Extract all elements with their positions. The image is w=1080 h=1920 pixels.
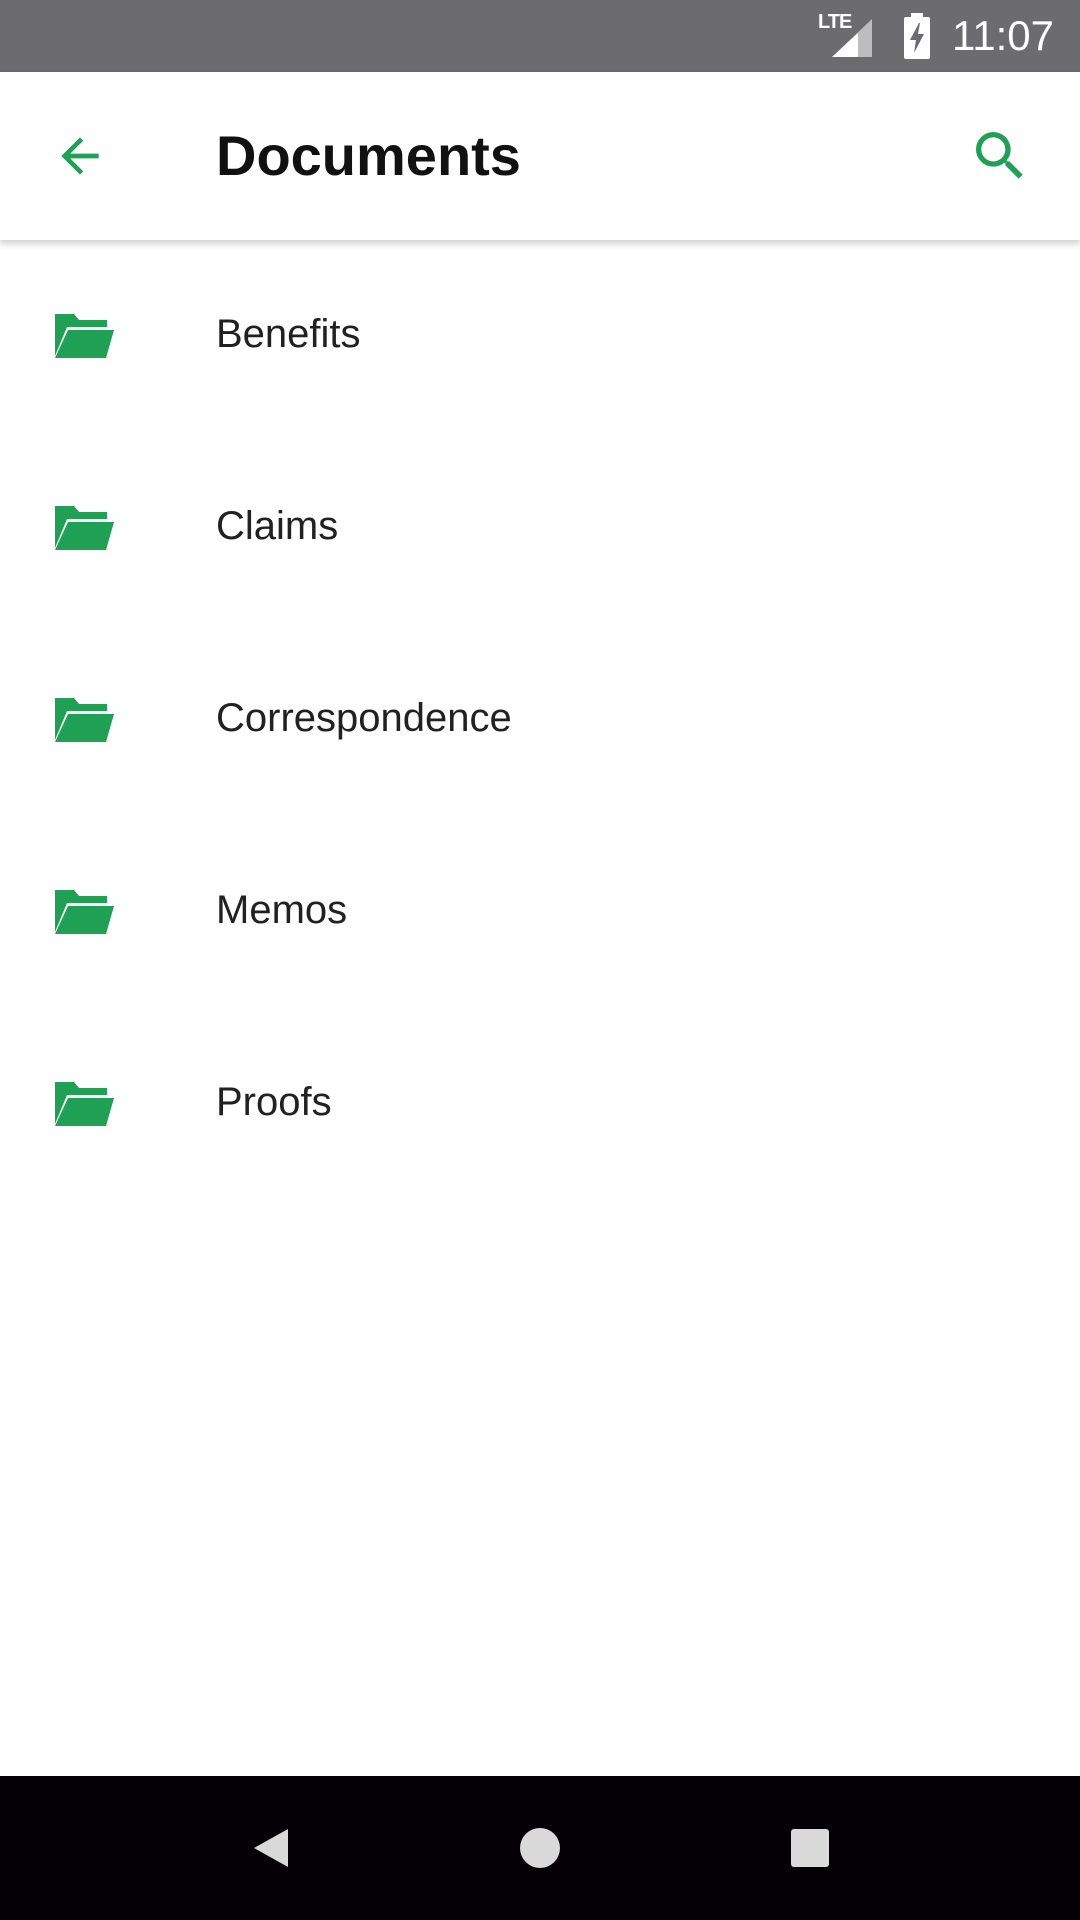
search-button[interactable] (960, 116, 1040, 196)
folder-label: Memos (216, 888, 348, 932)
nav-recents-button[interactable] (770, 1808, 850, 1888)
nav-home-button[interactable] (500, 1808, 580, 1888)
arrow-back-icon (61, 137, 99, 175)
nav-back-button[interactable] (230, 1808, 310, 1888)
signal-icon: LTE (818, 11, 878, 59)
folder-label: Proofs (216, 1080, 332, 1124)
status-icons: LTE 11:07 (818, 0, 1054, 72)
nav-home-icon (520, 1828, 560, 1868)
nav-back-icon (254, 1829, 288, 1867)
back-button[interactable] (40, 116, 120, 196)
folder-item-benefits[interactable]: Benefits (0, 240, 1080, 432)
folder-open-icon (55, 1082, 114, 1126)
battery-charging-icon (902, 13, 932, 59)
folder-open-icon (55, 698, 114, 742)
page-title: Documents (216, 124, 521, 187)
folder-label: Claims (216, 504, 339, 548)
status-clock: 11:07 (952, 12, 1054, 59)
system-nav-bar (0, 1776, 1080, 1920)
search-icon (976, 132, 1023, 179)
folder-label: Correspondence (216, 696, 512, 740)
folder-item-proofs[interactable]: Proofs (0, 1008, 1080, 1200)
folder-list: Benefits Claims Correspondence Memos Pro… (0, 240, 1080, 1200)
folder-item-memos[interactable]: Memos (0, 816, 1080, 1008)
folder-open-icon (55, 506, 114, 550)
folder-open-icon (55, 314, 114, 358)
nav-recents-icon (791, 1829, 829, 1867)
folder-item-correspondence[interactable]: Correspondence (0, 624, 1080, 816)
folder-open-icon (55, 890, 114, 934)
network-type-label: LTE (818, 11, 852, 33)
status-bar: LTE 11:07 (0, 0, 1080, 72)
app-bar: Documents (0, 72, 1080, 240)
folder-item-claims[interactable]: Claims (0, 432, 1080, 624)
screen: LTE 11:07 Documents Benefits Claims Corr… (0, 0, 1080, 1920)
folder-label: Benefits (216, 312, 361, 356)
